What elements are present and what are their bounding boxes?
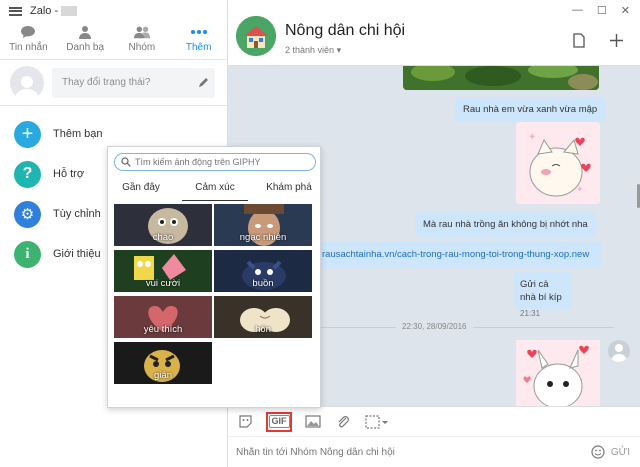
gif-tile[interactable]: vui cười [114,250,212,292]
gif-tile[interactable]: buồn [214,250,312,292]
app-title: Zalo - [30,5,59,17]
menu-label: Tùy chỉnh [53,208,101,220]
svg-text:✦: ✦ [576,184,584,194]
menu-label: Thêm bạn [53,128,103,140]
tab-label: Tin nhắn [9,42,48,53]
group-avatar[interactable] [236,16,276,56]
sticker-message[interactable] [516,340,600,406]
close-icon[interactable]: ✕ [621,4,630,17]
member-count[interactable]: 2 thành viên ▾ [285,45,341,56]
more-icon [190,25,208,39]
attachment-icon[interactable] [334,414,352,430]
search-icon [121,157,131,167]
help-icon: ? [14,160,41,188]
gif-tile-label: yêu thích [143,324,183,335]
menu-label: Giới thiệu [53,248,101,260]
message-input[interactable] [236,446,591,458]
message-time: 21:31 [520,309,541,318]
gif-button[interactable]: GIF [266,411,292,432]
svg-text:✦: ✦ [528,132,536,143]
add-icon: + [14,120,41,148]
message-text: Rau nhà em vừa xanh vừa mập [463,104,598,115]
gif-search-box [114,153,316,171]
group-icon [133,25,151,39]
gif-tile-label: ngạc nhiên [239,232,287,243]
title-bar: Zalo - [0,0,227,22]
date-divider-text: 22:30, 28/09/2016 [396,322,473,331]
message-link[interactable]: rausachtainha.vn/cach-trong-rau-mong-toi… [322,249,589,260]
member-count-text: 2 thành viên [285,45,335,55]
message-bubble[interactable]: Rau nhà em vừa xanh vừa mập [455,97,606,122]
message-bubble[interactable]: Mà rau nhà trồng ăn không bị nhớt nha [415,212,596,237]
info-icon: i [14,240,41,268]
tab-more[interactable]: Thêm [170,22,227,59]
status-input[interactable]: Thay đổi trạng thái? [52,67,215,98]
composer-toolbar: GIF [228,406,640,436]
menu-label: Hỗ trợ [53,168,85,180]
message-text: Mà rau nhà trồng ăn không bị nhớt nha [423,219,588,230]
gif-tile-label: hôn [255,324,271,335]
link-message[interactable]: rausachtainha.vn/cach-trong-rau-mong-toi… [314,242,602,267]
status-placeholder: Thay đổi trạng thái? [62,77,151,88]
screenshot-icon[interactable] [364,414,390,430]
document-icon[interactable] [573,33,585,48]
gif-tile[interactable]: yêu thích [114,296,212,338]
composer: GỬI [228,436,640,467]
gif-icon-label: GIF [268,415,290,428]
pencil-icon [199,78,208,87]
tab-label: Thêm [185,42,212,53]
chat-title: Nông dân chi hội [285,22,406,39]
tab-contacts[interactable]: Danh bạ [57,22,114,59]
chat-header: Nông dân chi hội 2 thành viên ▾ — ☐ ✕ [228,0,640,66]
sender-avatar[interactable] [608,340,630,362]
image-message-top[interactable] [403,62,599,90]
message-text: Gửi cả nhà bí kíp [520,279,562,303]
sticker-message[interactable]: ✦ ✦ [516,122,600,204]
gif-search-input[interactable] [135,157,305,167]
redacted-account-name [61,6,78,16]
window-controls: — ☐ ✕ [572,4,630,17]
chat-scrollbar[interactable] [634,66,640,406]
chat-icon [19,25,37,39]
gif-tabs: Gần đây Cảm xúc Khám phá [108,179,322,201]
gif-tile-label: giận [154,370,172,381]
emoji-icon[interactable] [591,445,605,459]
gif-tile-label: buồn [252,278,274,289]
status-row: Thay đổi trạng thái? [0,60,227,106]
image-icon[interactable] [304,414,322,430]
zalo-window: Zalo - Tin nhắn Danh bạ Nhóm Thêm Thay đ… [0,0,640,467]
add-member-icon[interactable] [609,33,624,48]
menu-icon[interactable] [9,6,22,16]
sticker-icon[interactable] [236,414,254,430]
gif-tile[interactable]: giận [114,342,212,384]
tab-groups[interactable]: Nhóm [114,22,171,59]
chevron-down-icon: ▾ [336,45,342,55]
gif-picker-popup: Gần đây Cảm xúc Khám phá chào ngạc nhiên… [107,146,321,408]
minimize-icon[interactable]: — [572,4,583,17]
tab-explore[interactable]: Khám phá [256,179,322,201]
tab-label: Danh bạ [66,42,105,53]
gear-icon: ⚙ [14,200,41,228]
gif-tile-label: chào [152,232,174,243]
gif-tile[interactable]: ngạc nhiên [214,204,312,246]
maximize-icon[interactable]: ☐ [597,4,607,17]
tab-messages[interactable]: Tin nhắn [0,22,57,59]
tab-label: Nhóm [128,42,156,53]
message-bubble[interactable]: Gửi cả nhà bí kíp 21:31 [514,272,572,318]
contact-icon [76,25,94,39]
gif-tile[interactable]: chào [114,204,212,246]
tab-emotions[interactable]: Cảm xúc [182,179,248,201]
tab-recent[interactable]: Gần đây [108,179,174,201]
gif-tile-label: vui cười [145,278,181,289]
send-button[interactable]: GỬI [611,447,630,458]
main-nav: Tin nhắn Danh bạ Nhóm Thêm [0,22,227,60]
avatar[interactable] [10,65,44,100]
gif-tile[interactable]: hôn [214,296,312,338]
